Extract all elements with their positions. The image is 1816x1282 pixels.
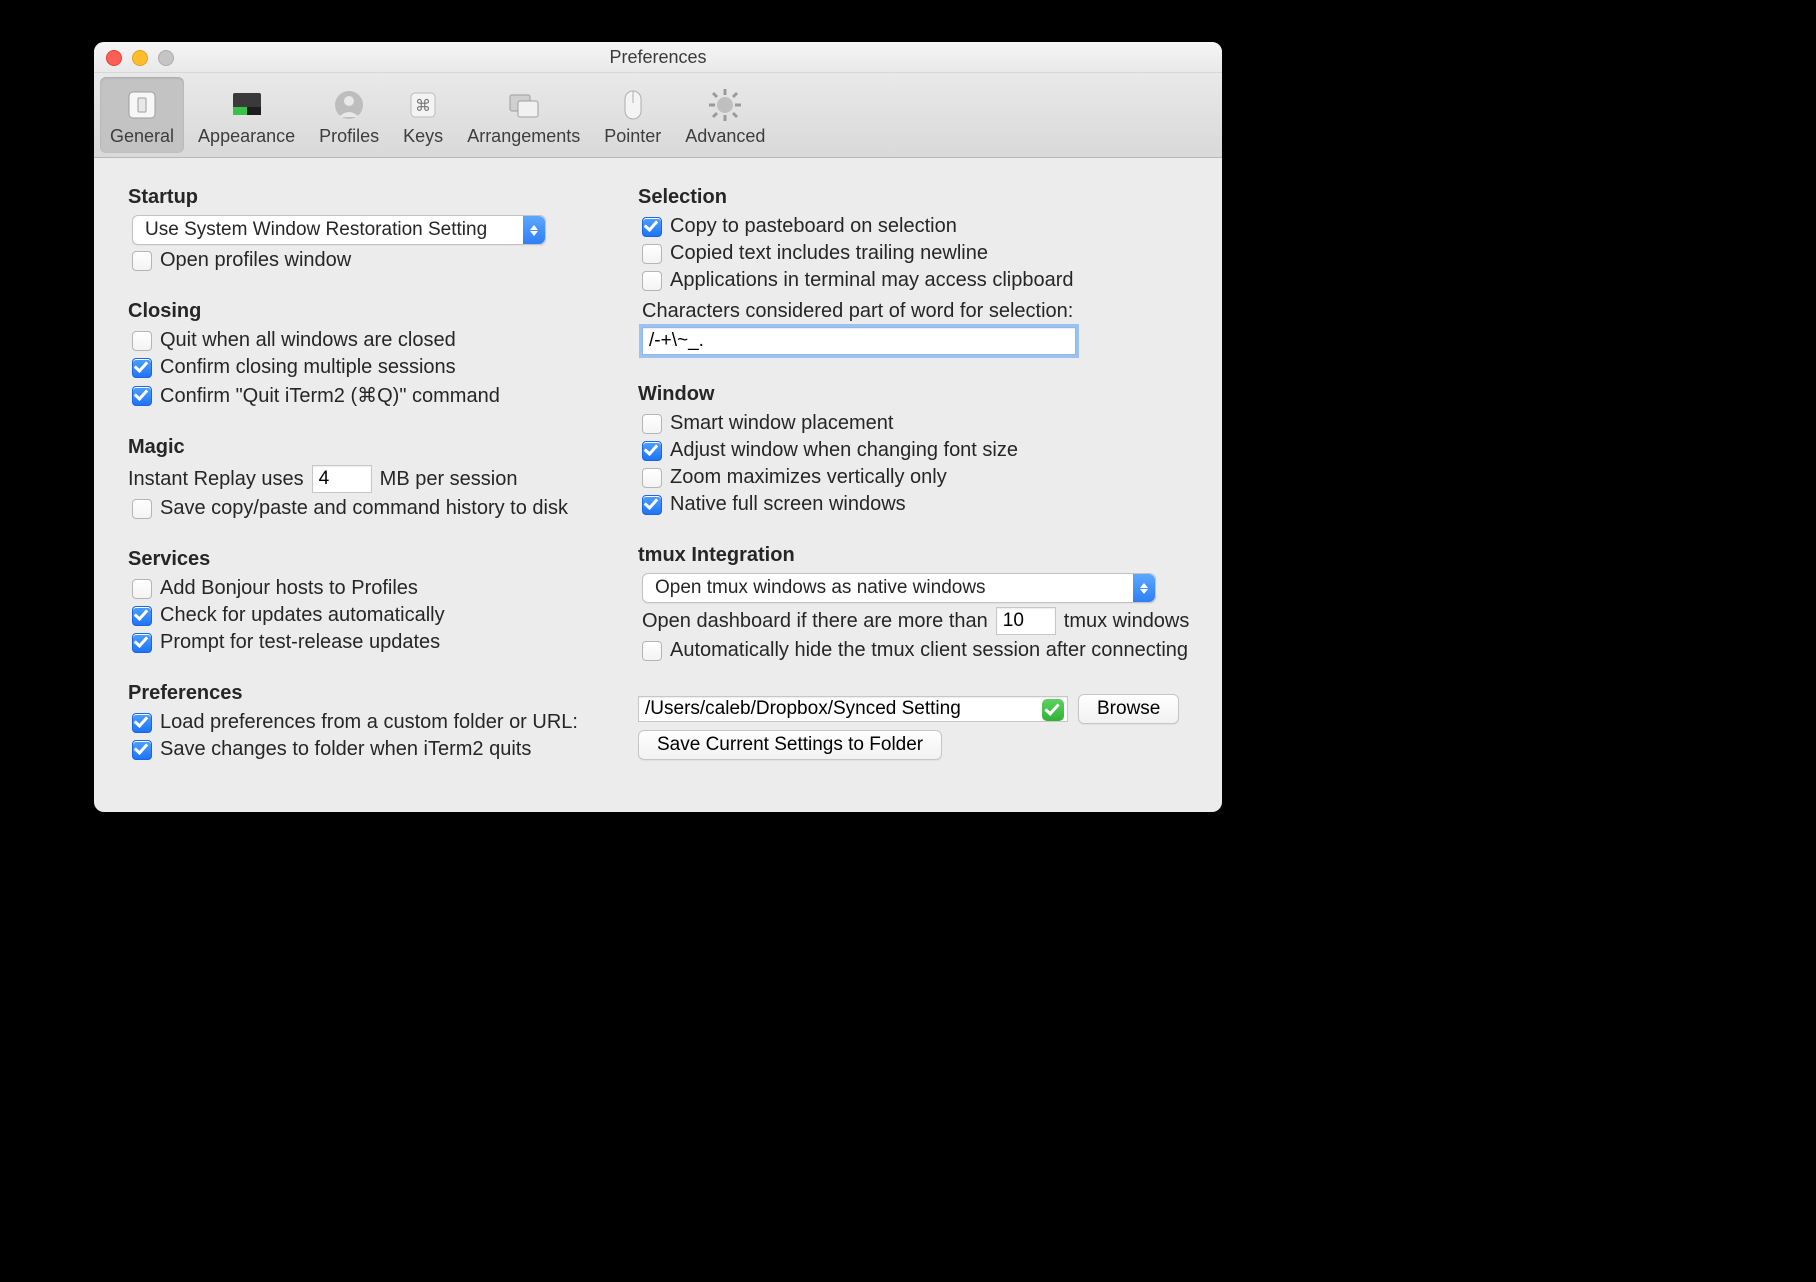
- load-prefs-label: Load preferences from a custom folder or…: [160, 711, 578, 734]
- quit-when-closed-checkbox[interactable]: [132, 331, 152, 351]
- tab-label: Appearance: [198, 126, 295, 147]
- magic-heading: Magic: [128, 436, 608, 459]
- tmux-popup-value: Open tmux windows as native windows: [655, 577, 986, 599]
- load-prefs-checkbox[interactable]: [132, 713, 152, 733]
- chevron-updown-icon: [523, 216, 545, 244]
- instant-replay-prefix: Instant Replay uses: [128, 468, 304, 491]
- tmux-dash-suffix: tmux windows: [1064, 610, 1190, 633]
- window-title: Preferences: [609, 47, 706, 67]
- chevron-updown-icon: [1133, 574, 1155, 602]
- trailing-newline-checkbox[interactable]: [642, 244, 662, 264]
- confirm-multiple-sessions-label: Confirm closing multiple sessions: [160, 356, 456, 379]
- close-window-button[interactable]: [106, 50, 122, 66]
- preferences-window: Preferences General Appearance: [94, 42, 1222, 812]
- svg-text:⌘: ⌘: [415, 98, 431, 115]
- open-profiles-window-label: Open profiles window: [160, 249, 351, 272]
- toolbar: General Appearance Profiles: [94, 73, 1222, 158]
- instant-replay-mb-input[interactable]: [312, 465, 372, 493]
- save-current-settings-label: Save Current Settings to Folder: [657, 734, 923, 755]
- startup-popup-value: Use System Window Restoration Setting: [145, 219, 487, 241]
- profiles-icon: [330, 86, 368, 124]
- tab-label: Advanced: [685, 126, 765, 147]
- copy-pasteboard-checkbox[interactable]: [642, 217, 662, 237]
- startup-heading: Startup: [128, 186, 608, 209]
- confirm-multiple-sessions-checkbox[interactable]: [132, 358, 152, 378]
- tab-label: Profiles: [319, 126, 379, 147]
- appearance-icon: [228, 86, 266, 124]
- apps-clipboard-checkbox[interactable]: [642, 271, 662, 291]
- pointer-icon: [614, 86, 652, 124]
- confirm-quit-command-checkbox[interactable]: [132, 386, 152, 406]
- tab-profiles[interactable]: Profiles: [309, 77, 389, 153]
- smart-placement-label: Smart window placement: [670, 412, 893, 435]
- right-column: Selection Copy to pasteboard on selectio…: [638, 176, 1198, 792]
- tab-general[interactable]: General: [100, 77, 184, 153]
- titlebar: Preferences: [94, 42, 1222, 73]
- minimize-window-button[interactable]: [132, 50, 148, 66]
- adjust-font-checkbox[interactable]: [642, 441, 662, 461]
- save-on-quit-checkbox[interactable]: [132, 740, 152, 760]
- native-fullscreen-checkbox[interactable]: [642, 495, 662, 515]
- arrangements-icon: [505, 86, 543, 124]
- browse-button-label: Browse: [1097, 698, 1160, 719]
- tab-label: Pointer: [604, 126, 661, 147]
- native-fullscreen-label: Native full screen windows: [670, 493, 906, 516]
- instant-replay-suffix: MB per session: [380, 468, 518, 491]
- tmux-dash-count-input[interactable]: [996, 607, 1056, 635]
- test-release-checkbox[interactable]: [132, 633, 152, 653]
- save-history-label: Save copy/paste and command history to d…: [160, 497, 568, 520]
- tab-pointer[interactable]: Pointer: [594, 77, 671, 153]
- content: Startup Use System Window Restoration Se…: [94, 156, 1222, 812]
- browse-button[interactable]: Browse: [1078, 694, 1179, 724]
- tmux-autohide-label: Automatically hide the tmux client sessi…: [670, 639, 1188, 662]
- apps-clipboard-label: Applications in terminal may access clip…: [670, 269, 1074, 292]
- left-column: Startup Use System Window Restoration Se…: [128, 176, 608, 792]
- tab-advanced[interactable]: Advanced: [675, 77, 775, 153]
- tab-arrangements[interactable]: Arrangements: [457, 77, 590, 153]
- confirm-quit-command-label: Confirm "Quit iTerm2 (⌘Q)" command: [160, 383, 500, 408]
- tab-label: Arrangements: [467, 126, 580, 147]
- zoom-vertical-label: Zoom maximizes vertically only: [670, 466, 947, 489]
- tab-keys[interactable]: ⌘ Keys: [393, 77, 453, 153]
- path-valid-icon: [1042, 699, 1064, 721]
- zoom-vertical-checkbox[interactable]: [642, 468, 662, 488]
- zoom-window-button[interactable]: [158, 50, 174, 66]
- test-release-label: Prompt for test-release updates: [160, 631, 440, 654]
- bonjour-checkbox[interactable]: [132, 579, 152, 599]
- advanced-icon: [706, 86, 744, 124]
- preferences-heading: Preferences: [128, 682, 608, 705]
- open-profiles-window-checkbox[interactable]: [132, 251, 152, 271]
- save-history-checkbox[interactable]: [132, 499, 152, 519]
- tmux-autohide-checkbox[interactable]: [642, 641, 662, 661]
- tab-label: Keys: [403, 126, 443, 147]
- selection-heading: Selection: [638, 186, 1198, 209]
- tmux-heading: tmux Integration: [638, 544, 1198, 567]
- tmux-popup[interactable]: Open tmux windows as native windows: [642, 573, 1156, 603]
- startup-popup[interactable]: Use System Window Restoration Setting: [132, 215, 546, 245]
- check-updates-checkbox[interactable]: [132, 606, 152, 626]
- word-chars-label: Characters considered part of word for s…: [642, 300, 1073, 323]
- word-chars-input[interactable]: [642, 327, 1076, 355]
- closing-heading: Closing: [128, 300, 608, 323]
- bonjour-label: Add Bonjour hosts to Profiles: [160, 577, 418, 600]
- adjust-font-label: Adjust window when changing font size: [670, 439, 1018, 462]
- smart-placement-checkbox[interactable]: [642, 414, 662, 434]
- general-icon: [123, 86, 161, 124]
- check-updates-label: Check for updates automatically: [160, 604, 445, 627]
- save-on-quit-label: Save changes to folder when iTerm2 quits: [160, 738, 531, 761]
- keys-icon: ⌘: [404, 86, 442, 124]
- tab-label: General: [110, 126, 174, 147]
- tmux-dash-prefix: Open dashboard if there are more than: [642, 610, 988, 633]
- services-heading: Services: [128, 548, 608, 571]
- trailing-newline-label: Copied text includes trailing newline: [670, 242, 988, 265]
- copy-pasteboard-label: Copy to pasteboard on selection: [670, 215, 957, 238]
- tab-appearance[interactable]: Appearance: [188, 77, 305, 153]
- save-current-settings-button[interactable]: Save Current Settings to Folder: [638, 730, 942, 760]
- quit-when-closed-label: Quit when all windows are closed: [160, 329, 456, 352]
- window-controls: [106, 50, 174, 66]
- prefs-path-input[interactable]: [638, 696, 1068, 722]
- window-heading: Window: [638, 383, 1198, 406]
